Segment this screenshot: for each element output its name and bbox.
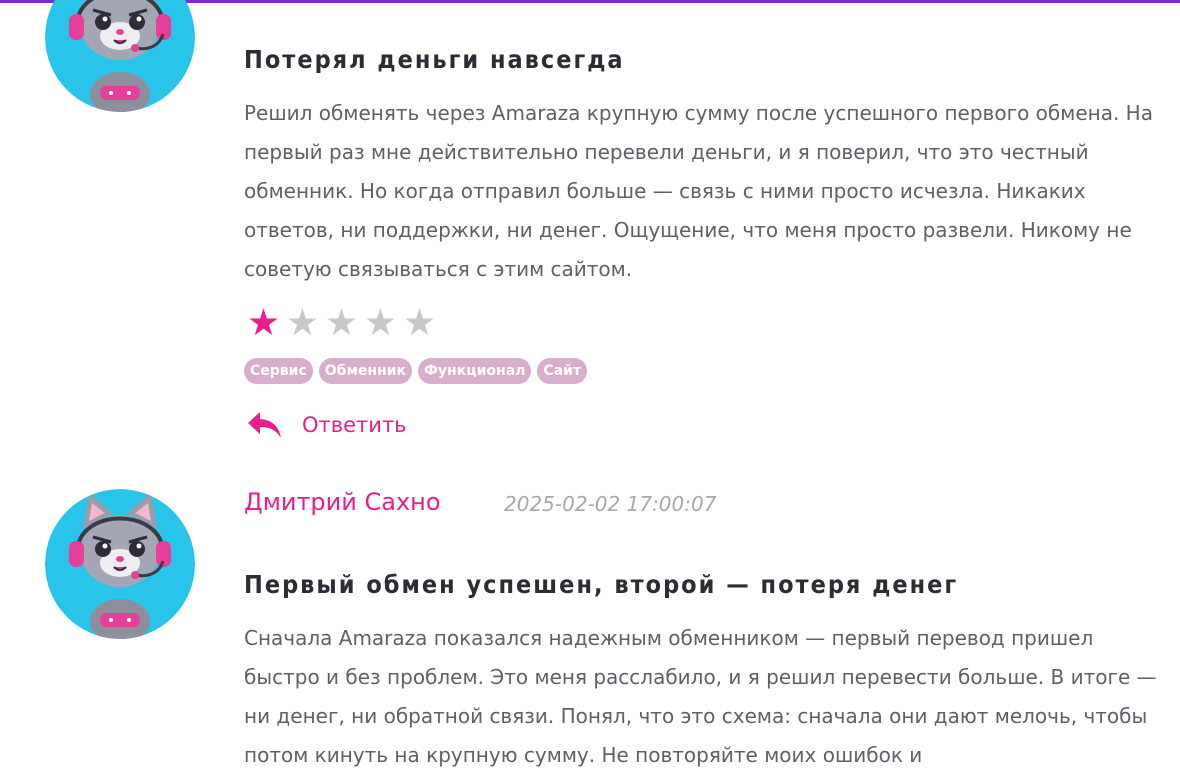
review-body: Решил обменять через Amaraza крупную сум… — [244, 101, 1153, 281]
tag-item[interactable]: Сервис — [244, 358, 313, 384]
review-title: Первый обмен успешен, второй — потеря де… — [244, 570, 959, 599]
gamer-cat-avatar-icon — [45, 0, 195, 112]
avatar — [45, 0, 195, 112]
reply-arrow-icon — [248, 412, 281, 438]
tag-item[interactable]: Функционал — [418, 358, 532, 384]
star-empty-icon: ★ — [324, 301, 359, 344]
review-body: Сначала Amaraza показался надежным обмен… — [244, 626, 1157, 767]
tag-list: Сервис Обменник Функционал Сайт — [244, 358, 588, 384]
reply-label: Ответить — [302, 413, 407, 437]
review-timestamp: 2025-02-02 17:00:07 — [504, 492, 717, 516]
tag-item[interactable]: Обменник — [318, 358, 413, 384]
gamer-cat-avatar-icon — [45, 489, 195, 639]
avatar — [45, 489, 195, 639]
author-name[interactable]: Дмитрий Сахно — [244, 488, 441, 516]
star-empty-icon: ★ — [285, 301, 320, 344]
tag-item[interactable]: Сайт — [537, 358, 588, 384]
star-empty-icon: ★ — [363, 301, 398, 344]
reply-button[interactable]: Ответить — [244, 408, 407, 442]
review-title: Потерял деньги навсегда — [244, 45, 625, 74]
star-empty-icon: ★ — [402, 301, 437, 344]
star-filled-icon: ★ — [246, 301, 281, 344]
star-rating: ★ ★ ★ ★ ★ — [244, 303, 439, 343]
